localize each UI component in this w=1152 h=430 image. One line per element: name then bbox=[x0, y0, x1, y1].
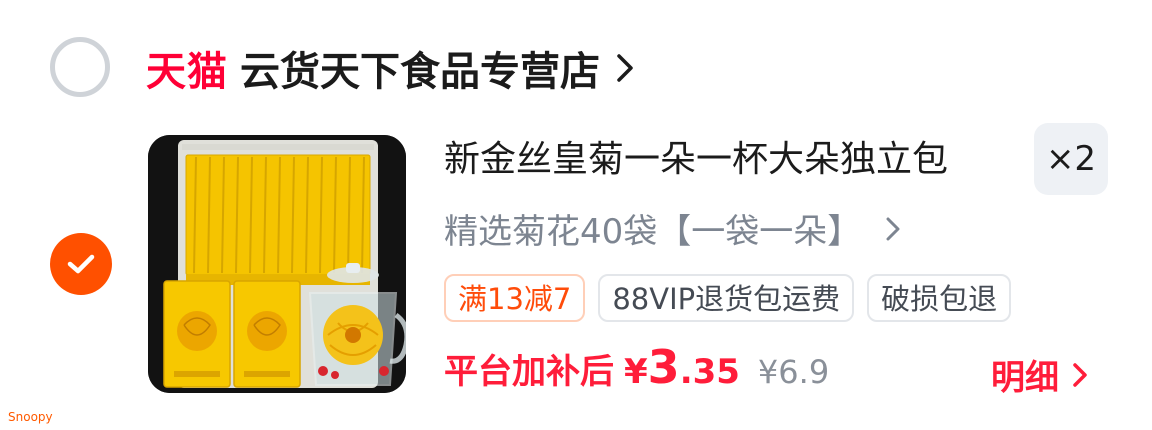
shop-header[interactable]: 天猫 云货天下食品专营店 bbox=[146, 38, 638, 98]
watermark-text: Snoopy bbox=[8, 410, 53, 424]
product-title[interactable]: 新金丝皇菊一朵一杯大朵独立包 bbox=[444, 134, 948, 186]
shop-select-radio[interactable] bbox=[50, 37, 110, 97]
chevron-right-icon bbox=[1073, 362, 1087, 387]
price-decimal: .35 bbox=[679, 352, 740, 392]
price-row: 平台加补后 ¥ 3 .35 ¥6.9 bbox=[444, 340, 829, 394]
service-tag-damage-refund: 破损包退 bbox=[867, 274, 1012, 322]
price-detail-label: 明细 bbox=[991, 358, 1059, 398]
checkmark-icon bbox=[67, 254, 95, 274]
product-tags: 满13减7 88VIP退货包运费 破损包退 bbox=[444, 274, 1024, 322]
original-price: ¥6.9 bbox=[757, 353, 830, 391]
product-image[interactable] bbox=[148, 135, 406, 393]
chevron-right-icon bbox=[617, 54, 633, 82]
item-select-checkbox[interactable] bbox=[50, 233, 112, 295]
tmall-logo: 天猫 bbox=[146, 49, 228, 95]
price-label: 平台加补后 bbox=[444, 352, 614, 392]
price-currency-symbol: ¥ bbox=[624, 352, 648, 392]
promo-tag[interactable]: 满13减7 bbox=[444, 274, 586, 322]
shop-name: 云货天下食品专营店 bbox=[240, 49, 600, 95]
service-tag-vip-return: 88VIP退货包运费 bbox=[598, 274, 855, 322]
sku-selector[interactable]: 精选菊花40袋【一袋一朵】 bbox=[444, 204, 903, 253]
price-integer: 3 bbox=[647, 340, 680, 394]
chevron-right-icon bbox=[886, 217, 900, 240]
chrysanthemum-tea-package-illustration bbox=[148, 135, 406, 393]
quantity-badge[interactable]: ×2 bbox=[1034, 123, 1108, 195]
sku-spec-text: 精选菊花40袋【一袋一朵】 bbox=[444, 212, 862, 252]
price-detail-button[interactable]: 明细 bbox=[991, 350, 1089, 399]
